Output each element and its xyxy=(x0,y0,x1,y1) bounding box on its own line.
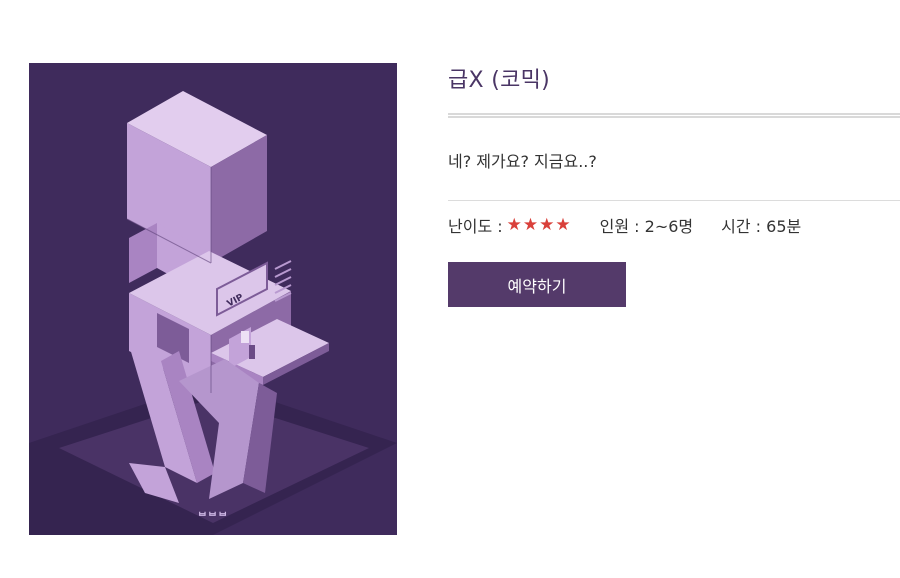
difficulty-label: 난이도 : xyxy=(448,217,503,236)
poster-image: VIP ᄇᄇᄇ xyxy=(29,63,397,535)
poster-caption: ᄇᄇᄇ xyxy=(197,512,229,523)
title-divider xyxy=(448,113,900,118)
star-icon: ★ xyxy=(555,214,571,235)
players-info: 인원 : 2~6명 xyxy=(599,217,694,236)
difficulty-info: 난이도 : ★ ★ ★ ★ xyxy=(448,213,572,237)
description-divider xyxy=(448,200,900,201)
poster-artwork: VIP xyxy=(29,63,397,535)
page-title: 급X (코믹) xyxy=(448,68,551,93)
star-icon: ★ xyxy=(522,214,539,235)
difficulty-rating: ★ ★ ★ ★ xyxy=(506,214,572,235)
star-icon: ★ xyxy=(506,214,522,235)
product-detail-page: VIP ᄇᄇᄇ 급X (코믹) 네? 제가요? 지금요..? 난이도: ★ ★… xyxy=(0,0,900,578)
star-icon: ★ xyxy=(539,214,555,235)
time-info: 시간 : 65분 xyxy=(721,217,802,236)
reserve-button[interactable]: 예약하기 xyxy=(448,262,626,307)
theme-description: 네? 제가요? 지금요..? xyxy=(448,152,597,171)
theme-info-row: 난이도 : ★ ★ ★ ★ 인원 : 2~6명 시간 : 65분 xyxy=(448,213,801,237)
